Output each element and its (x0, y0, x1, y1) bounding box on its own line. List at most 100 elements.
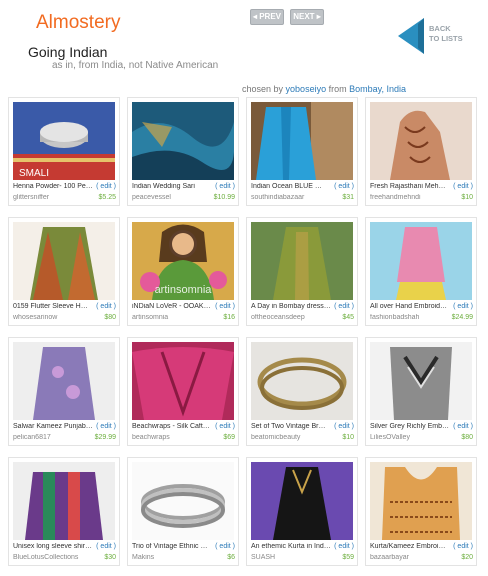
edit-link[interactable]: ( edit ) (215, 423, 235, 430)
item-card[interactable]: Salwar Kameez Punjabi… ( edit ) pelican6… (8, 337, 120, 446)
item-image[interactable] (370, 222, 472, 300)
item-image[interactable] (370, 102, 472, 180)
item-card[interactable]: Beachwraps - Silk Caft… ( edit ) beachwr… (127, 337, 239, 446)
item-image[interactable] (13, 222, 115, 300)
item-shop[interactable]: peacevessel (132, 194, 210, 201)
item-image[interactable] (132, 342, 234, 420)
item-card[interactable]: SMALI Henna Powder- 100 Pe… ( edit ) gli… (8, 97, 120, 206)
item-shop[interactable]: beachwraps (132, 434, 210, 441)
list-title: Going Indian (28, 44, 108, 60)
edit-link[interactable]: ( edit ) (215, 543, 235, 550)
item-title[interactable]: Fresh Rajasthani Meh… (370, 183, 450, 190)
item-shop[interactable]: bazaarbayar (370, 554, 448, 561)
item-title[interactable]: Kurta/Kameez Embroi… (370, 543, 450, 550)
item-shop[interactable]: whosesarinow (13, 314, 91, 321)
edit-link[interactable]: ( edit ) (453, 303, 473, 310)
item-price: $10.99 (213, 194, 235, 201)
edit-link[interactable]: ( edit ) (453, 183, 473, 190)
edit-link[interactable]: ( edit ) (334, 303, 354, 310)
item-title[interactable]: Set of Two Vintage Br… (251, 423, 331, 430)
item-card[interactable]: Unisex long sleeve shirt… ( edit ) BlueL… (8, 457, 120, 566)
item-card[interactable]: All over Hand Embroid… ( edit ) fashionb… (365, 217, 477, 326)
item-title[interactable]: An ethemic Kurta in Ind… (251, 543, 331, 550)
edit-link[interactable]: ( edit ) (334, 423, 354, 430)
item-title[interactable]: Silver Grey Richly Embr… (370, 423, 450, 430)
item-title[interactable]: Beachwraps - Silk Caft… (132, 423, 212, 430)
item-price: $31 (342, 194, 354, 201)
item-card[interactable]: artinsomnia iNDiaN LoVeR - OOAK… ( edit … (127, 217, 239, 326)
item-card[interactable]: 0159 Flutter Sleeve H… ( edit ) whosesar… (8, 217, 120, 326)
item-card[interactable]: A Day in Bombay dress-… ( edit ) oftheoc… (246, 217, 358, 326)
item-image[interactable]: artinsomnia (132, 222, 234, 300)
item-shop[interactable]: BlueLotusCollections (13, 554, 91, 561)
item-shop[interactable]: freehandmehndi (370, 194, 448, 201)
item-title[interactable]: All over Hand Embroid… (370, 303, 450, 310)
item-title[interactable]: Indian Wedding Sari (132, 183, 212, 190)
item-price: $45 (342, 314, 354, 321)
item-price: $30 (104, 554, 116, 561)
item-image[interactable] (370, 342, 472, 420)
item-card[interactable]: An ethemic Kurta in Ind… ( edit ) SUASH … (246, 457, 358, 566)
item-title[interactable]: Indian Ocean BLUE … (251, 183, 331, 190)
item-shop[interactable]: Makins (132, 554, 210, 561)
item-shop[interactable]: artinsomnia (132, 314, 210, 321)
edit-link[interactable]: ( edit ) (334, 543, 354, 550)
item-card[interactable]: Trio of Vintage Ethnic … ( edit ) Makins… (127, 457, 239, 566)
item-shop[interactable]: fashionbadshah (370, 314, 448, 321)
edit-link[interactable]: ( edit ) (453, 543, 473, 550)
item-price: $6 (227, 554, 235, 561)
item-price: $5.25 (98, 194, 116, 201)
item-image[interactable] (251, 102, 353, 180)
edit-link[interactable]: ( edit ) (215, 183, 235, 190)
item-title[interactable]: iNDiaN LoVeR - OOAK… (132, 303, 212, 310)
edit-link[interactable]: ( edit ) (96, 423, 116, 430)
item-image[interactable] (132, 102, 234, 180)
item-image[interactable] (13, 462, 115, 540)
item-shop[interactable]: SUASH (251, 554, 329, 561)
item-image[interactable] (251, 222, 353, 300)
item-image[interactable] (251, 342, 353, 420)
curator-link[interactable]: yoboseiyo (286, 84, 327, 94)
edit-link[interactable]: ( edit ) (453, 423, 473, 430)
next-button[interactable]: NEXT ▸ (290, 9, 324, 25)
edit-link[interactable]: ( edit ) (334, 183, 354, 190)
item-shop[interactable]: LiliesOValley (370, 434, 448, 441)
item-title[interactable]: Trio of Vintage Ethnic … (132, 543, 212, 550)
edit-link[interactable]: ( edit ) (215, 303, 235, 310)
item-price: $80 (104, 314, 116, 321)
item-title[interactable]: A Day in Bombay dress-… (251, 303, 331, 310)
item-shop[interactable]: beatomicbeauty (251, 434, 329, 441)
item-price: $24.99 (451, 314, 473, 321)
item-card[interactable]: Silver Grey Richly Embr… ( edit ) Lilies… (365, 337, 477, 446)
item-shop[interactable]: oftheoceansdeep (251, 314, 329, 321)
item-image[interactable] (251, 462, 353, 540)
item-shop[interactable]: pelican6817 (13, 434, 91, 441)
item-title[interactable]: 0159 Flutter Sleeve H… (13, 303, 93, 310)
item-card[interactable]: Fresh Rajasthani Meh… ( edit ) freehandm… (365, 97, 477, 206)
edit-link[interactable]: ( edit ) (96, 543, 116, 550)
item-title[interactable]: Henna Powder- 100 Pe… (13, 183, 93, 190)
item-price: $20 (461, 554, 473, 561)
item-card[interactable]: Kurta/Kameez Embroi… ( edit ) bazaarbaya… (365, 457, 477, 566)
prev-button[interactable]: ◂ PREV (250, 9, 284, 25)
item-price: $80 (461, 434, 473, 441)
chosen-by: chosen by yoboseiyo from Bombay, India (242, 84, 406, 94)
item-title[interactable]: Salwar Kameez Punjabi… (13, 423, 93, 430)
item-title[interactable]: Unisex long sleeve shirt… (13, 543, 93, 550)
edit-link[interactable]: ( edit ) (96, 183, 116, 190)
item-card[interactable]: Set of Two Vintage Br… ( edit ) beatomic… (246, 337, 358, 446)
item-card[interactable]: Indian Wedding Sari ( edit ) peacevessel… (127, 97, 239, 206)
item-image[interactable] (132, 462, 234, 540)
back-to-lists-label: BACK TO LISTS (429, 24, 463, 43)
location-link[interactable]: Bombay, India (349, 84, 406, 94)
list-subtitle: as in, from India, not Native American (52, 60, 219, 71)
item-image[interactable] (13, 342, 115, 420)
item-image[interactable]: SMALI (13, 102, 115, 180)
item-image[interactable] (370, 462, 472, 540)
edit-link[interactable]: ( edit ) (96, 303, 116, 310)
back-to-lists-button[interactable]: BACK TO LISTS (398, 16, 478, 56)
item-card[interactable]: Indian Ocean BLUE … ( edit ) southindiab… (246, 97, 358, 206)
site-logo[interactable]: Almostery (36, 12, 120, 34)
item-shop[interactable]: southindiabazaar (251, 194, 329, 201)
item-shop[interactable]: glittersniffer (13, 194, 91, 201)
